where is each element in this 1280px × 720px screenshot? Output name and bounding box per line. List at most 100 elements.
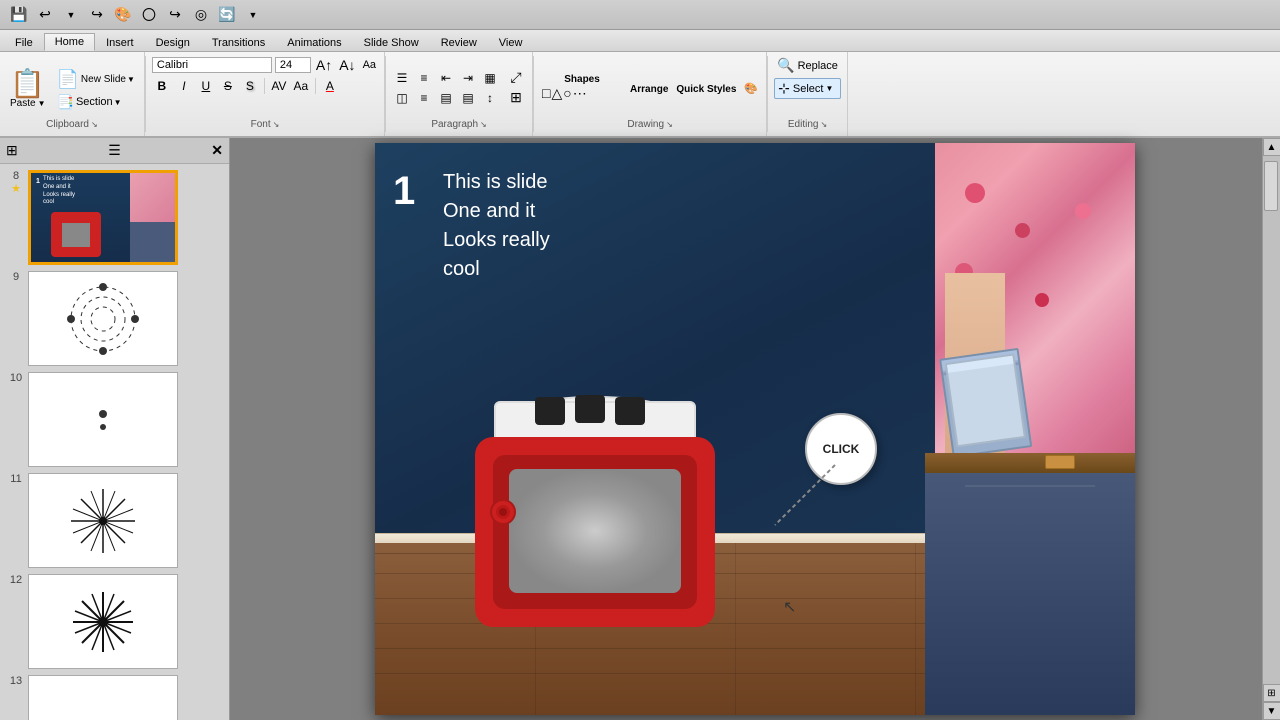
slide-thumb-9 [28,271,178,366]
slide-text-line1: This is slide [443,168,550,197]
color-button[interactable]: 🎨 [112,4,134,26]
viewmaster-toy [425,347,765,650]
clipboard-expander[interactable]: ↘ [91,120,98,129]
column-button[interactable]: ▦ [480,69,500,87]
clipboard-footer: Clipboard ↘ [46,119,98,132]
slide-item-10[interactable]: 10 [4,372,225,467]
font-color-button[interactable]: A [320,77,340,95]
tab-transitions[interactable]: Transitions [201,34,276,51]
align-center-button[interactable]: ≡ [414,89,434,107]
font-expander[interactable]: ↘ [273,120,280,129]
para-cols: ☰ ≡ ⇤ ⇥ ▦ ◫ ≡ ▤ ▤ ↕ [392,69,500,107]
paste-label: Paste ▼ [10,98,46,109]
scroll-down-button[interactable]: ▼ [1263,702,1280,720]
slide-item-9[interactable]: 9 [4,271,225,366]
change-case-button[interactable]: Aa [291,77,311,95]
redo-button[interactable]: ↪ [86,4,108,26]
strikethrough-button[interactable]: S [218,77,238,95]
click-label: CLICK [823,442,860,456]
save-button[interactable]: 💾 [8,4,30,26]
underline-button[interactable]: U [196,77,216,95]
circle-dots-svg [63,279,143,359]
refresh-button[interactable]: 🔄 [216,4,238,26]
circle-button[interactable]: 〇 [138,4,160,26]
line-spacing-button[interactable]: ↕ [480,89,500,107]
decrease-font-size-button[interactable]: A↓ [337,56,357,74]
increase-font-size-button[interactable]: A↑ [314,56,334,74]
expand-button[interactable]: ⊞ [1263,684,1280,702]
text-direction: ⤢ ⊞ [506,69,526,107]
undo-dropdown-button[interactable]: ▼ [60,4,82,26]
panel-list-icon[interactable]: ☰ [108,142,121,159]
align-right-button[interactable]: ▤ [436,89,456,107]
tab-view[interactable]: View [488,34,534,51]
tab-file[interactable]: File [4,34,44,51]
align-left-button[interactable]: ◫ [392,89,412,107]
qat-dropdown-button[interactable]: ▼ [242,4,264,26]
slide-item-12[interactable]: 12 [4,574,225,669]
char-spacing-button[interactable]: AV [269,77,289,95]
editing-footer: Editing ↘ [774,119,841,132]
quick-access-toolbar: 💾 ↩ ▼ ↪ 🎨 〇 ↪ ◎ 🔄 ▼ [0,0,1280,30]
drawing-expander[interactable]: ↘ [666,120,673,129]
slide-thumb-13 [28,675,178,720]
section-button[interactable]: 📑 Section ▼ [54,93,138,112]
person-books [938,338,1033,458]
tab-review[interactable]: Review [430,34,488,51]
editing-expander[interactable]: ↘ [820,120,827,129]
italic-button[interactable]: I [174,77,194,95]
select-button[interactable]: ⊹ Select ▼ [774,78,841,99]
redo2-button[interactable]: ↪ [164,4,186,26]
tab-slideshow[interactable]: Slide Show [353,34,430,51]
clear-formatting-button[interactable]: Aa [361,58,378,72]
slide-text-content: This is slide One and it Looks really co… [443,168,550,284]
shape-fill-button[interactable]: 🎨 [742,79,760,97]
drawing-controls: Shapes □ △ ○ ⋯ Arrange Quick Styles 🎨 [540,56,760,119]
scroll-track [1263,156,1280,684]
ribbon-content: 📋 Paste ▼ 📄 New Slide ▼ [0,52,1280,138]
para-row-1: ☰ ≡ ⇤ ⇥ ▦ [392,69,500,87]
indent-right-button[interactable]: ⇥ [458,69,478,87]
tab-insert[interactable]: Insert [95,34,145,51]
smart-art-button[interactable]: ⊞ [506,89,526,107]
right-scrollbar: ▲ ⊞ ▼ [1262,138,1280,720]
numbered-list-button[interactable]: ≡ [414,69,434,87]
justify-button[interactable]: ▤ [458,89,478,107]
new-slide-button[interactable]: 📄 New Slide ▼ [54,68,138,91]
slide-thumb-12 [28,574,178,669]
para-expander[interactable]: ↘ [480,120,487,129]
tab-animations[interactable]: Animations [276,34,352,51]
panel-close-button[interactable]: ✕ [211,142,223,159]
slide-item-8[interactable]: 8 ★ 1 This is slideOne and itLooks reall… [4,170,225,265]
bullet-list-button[interactable]: ☰ [392,69,412,87]
shadow-button[interactable]: S [240,77,260,95]
editing-group: 🔍 Replace ⊹ Select ▼ Editing ↘ [768,52,848,136]
text-direction-button[interactable]: ⤢ [506,69,526,87]
click-line-svg [755,455,875,535]
tab-design[interactable]: Design [145,34,201,51]
indent-left-button[interactable]: ⇤ [436,69,456,87]
shapes-button[interactable]: Shapes □ △ ○ ⋯ [540,72,624,104]
slide-number-12: 12 [10,574,22,586]
slide-item-13[interactable]: 13 [4,675,225,720]
bold-button[interactable]: B [152,77,172,95]
slides-list: 8 ★ 1 This is slideOne and itLooks reall… [0,164,229,720]
editing-controls: 🔍 Replace ⊹ Select ▼ [774,56,841,119]
quick-styles-button[interactable]: Quick Styles [674,79,738,97]
arrange-button[interactable]: Arrange [628,79,670,97]
scroll-up-button[interactable]: ▲ [1263,138,1280,156]
slide-thumb-11 [28,473,178,568]
person-belt [925,453,1135,473]
scroll-thumb[interactable] [1264,161,1278,211]
paste-button[interactable]: 📋 Paste ▼ [6,68,50,111]
undo-button[interactable]: ↩ [34,4,56,26]
target-button[interactable]: ◎ [190,4,212,26]
font-name-input[interactable] [152,57,272,73]
find-replace-button[interactable]: 🔍 Replace [774,56,841,75]
drawing-group: Shapes □ △ ○ ⋯ Arrange Quick Styles 🎨 [534,52,767,136]
slide-text-line4: cool [443,255,550,284]
panel-grid-icon[interactable]: ⊞ [6,142,18,159]
tab-home[interactable]: Home [44,33,95,51]
font-size-input[interactable] [275,57,311,73]
slide-item-11[interactable]: 11 [4,473,225,568]
